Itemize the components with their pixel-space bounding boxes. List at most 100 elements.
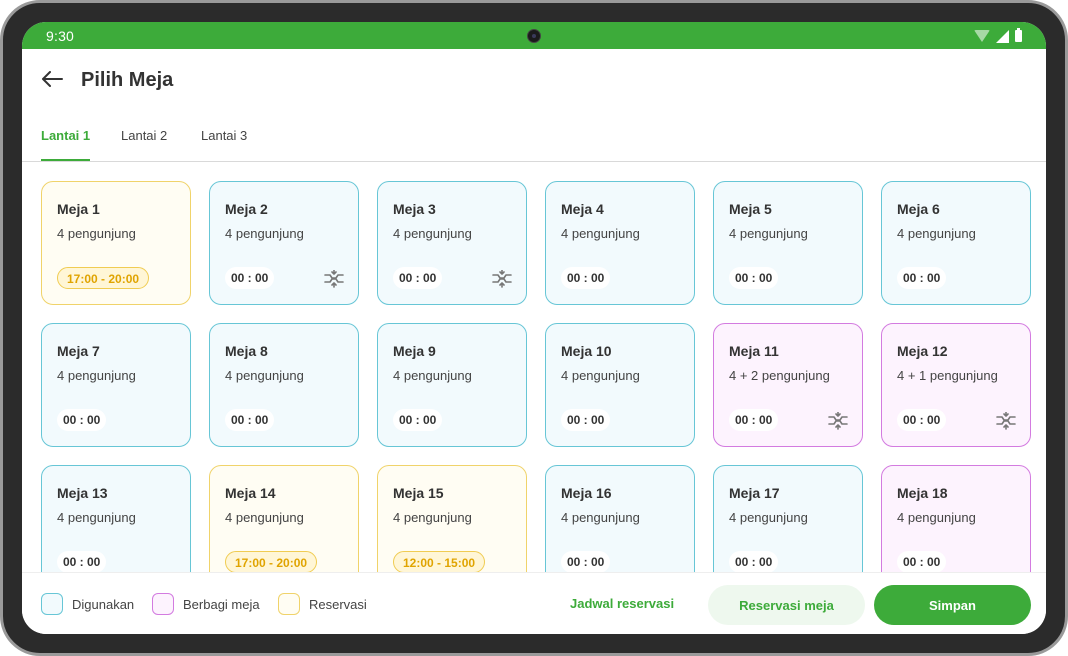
table-card[interactable]: Meja 15 4 pengunjung 12:00 - 15:00 [377,465,527,572]
table-name: Meja 11 [729,343,779,359]
page-title: Pilih Meja [81,69,174,91]
table-card[interactable]: Meja 17 4 pengunjung 00 : 00 [713,465,863,572]
signal-icon [996,29,1009,43]
table-guest-count: 4 + 2 pengunjung [729,368,830,383]
table-guest-count: 4 pengunjung [225,368,304,383]
table-card[interactable]: Meja 2 4 pengunjung 00 : 00 [209,181,359,305]
table-guest-count: 4 pengunjung [393,368,472,383]
floor-tabs: Lantai 1 Lantai 2 Lantai 3 [22,122,1046,162]
table-guest-count: 4 + 1 pengunjung [897,368,998,383]
table-name: Meja 4 [561,201,604,217]
status-bar: 9:30 [22,22,1046,49]
table-guest-count: 4 pengunjung [393,226,472,241]
table-guest-count: 4 pengunjung [897,226,976,241]
table-card[interactable]: Meja 9 4 pengunjung 00 : 00 [377,323,527,447]
table-name: Meja 9 [393,343,436,359]
table-card[interactable]: Meja 7 4 pengunjung 00 : 00 [41,323,191,447]
table-name: Meja 8 [225,343,268,359]
table-name: Meja 17 [729,485,780,501]
table-card[interactable]: Meja 18 4 pengunjung 00 : 00 [881,465,1031,572]
table-timer: 00 : 00 [729,409,779,431]
arrow-left-icon [42,71,63,87]
save-button[interactable]: Simpan [874,585,1031,625]
table-name: Meja 5 [729,201,772,217]
table-card[interactable]: Meja 5 4 pengunjung 00 : 00 [713,181,863,305]
merge-arrows-icon[interactable] [996,412,1016,430]
table-timer: 00 : 00 [57,409,107,431]
reserve-table-button[interactable]: Reservasi meja [708,585,865,625]
table-guest-count: 4 pengunjung [897,510,976,525]
table-timer: 00 : 00 [57,551,107,572]
table-timer: 00 : 00 [897,551,947,572]
table-card[interactable]: Meja 16 4 pengunjung 00 : 00 [545,465,695,572]
legend-label-reserved: Reservasi [309,597,367,612]
legend-label-used: Digunakan [72,597,135,612]
status-time: 9:30 [46,28,75,44]
table-timer: 00 : 00 [561,551,611,572]
table-name: Meja 7 [57,343,100,359]
table-guest-count: 4 pengunjung [729,510,808,525]
table-guest-count: 4 pengunjung [225,510,304,525]
table-name: Meja 13 [57,485,108,501]
battery-icon [1015,28,1022,42]
status-icons [974,28,1022,43]
table-timer: 00 : 00 [393,409,443,431]
table-name: Meja 18 [897,485,948,501]
back-button[interactable] [36,63,68,95]
table-guest-count: 4 pengunjung [561,226,640,241]
table-name: Meja 14 [225,485,276,501]
app-screen: 9:30 Pilih Meja Lantai 1 Lantai 2 Lantai… [22,22,1046,634]
table-card[interactable]: Meja 11 4 + 2 pengunjung 00 : 00 [713,323,863,447]
table-name: Meja 3 [393,201,436,217]
table-card[interactable]: Meja 10 4 pengunjung 00 : 00 [545,323,695,447]
merge-arrows-icon[interactable] [828,412,848,430]
reservation-time-badge: 17:00 - 20:00 [57,267,150,289]
tab-lantai-2[interactable]: Lantai 2 [121,128,167,160]
legend-swatch-shared [152,593,174,615]
table-name: Meja 16 [561,485,612,501]
table-name: Meja 1 [57,201,100,217]
table-timer: 00 : 00 [729,551,779,572]
table-guest-count: 4 pengunjung [729,226,808,241]
table-timer: 00 : 00 [897,409,947,431]
table-guest-count: 4 pengunjung [57,226,136,241]
table-timer: 00 : 00 [561,409,611,431]
tab-lantai-3[interactable]: Lantai 3 [201,128,247,160]
legend-swatch-used [41,593,63,615]
bottom-bar: Digunakan Berbagi meja Reservasi Jadwal … [22,572,1046,634]
merge-arrows-icon[interactable] [324,270,344,288]
table-guest-count: 4 pengunjung [393,510,472,525]
merge-arrows-icon[interactable] [492,270,512,288]
tablet-frame: 9:30 Pilih Meja Lantai 1 Lantai 2 Lantai… [0,0,1068,656]
reservation-time-badge: 17:00 - 20:00 [225,551,318,572]
table-name: Meja 12 [897,343,948,359]
table-timer: 00 : 00 [561,267,611,289]
table-guest-count: 4 pengunjung [57,368,136,383]
table-guest-count: 4 pengunjung [57,510,136,525]
table-timer: 00 : 00 [897,267,947,289]
app-bar: Pilih Meja [22,49,1046,111]
tab-lantai-1[interactable]: Lantai 1 [41,128,91,161]
table-timer: 00 : 00 [225,409,275,431]
table-card[interactable]: Meja 6 4 pengunjung 00 : 00 [881,181,1031,305]
table-guest-count: 4 pengunjung [225,226,304,241]
reservation-schedule-link[interactable]: Jadwal reservasi [570,596,674,611]
table-guest-count: 4 pengunjung [561,510,640,525]
legend-label-shared: Berbagi meja [183,597,260,612]
table-card[interactable]: Meja 14 4 pengunjung 17:00 - 20:00 [209,465,359,572]
reservation-time-badge: 12:00 - 15:00 [393,551,486,572]
table-card[interactable]: Meja 1 4 pengunjung 17:00 - 20:00 [41,181,191,305]
table-card[interactable]: Meja 3 4 pengunjung 00 : 00 [377,181,527,305]
table-card[interactable]: Meja 13 4 pengunjung 00 : 00 [41,465,191,572]
table-grid: Meja 1 4 pengunjung 17:00 - 20:00 Meja 2 4 p… [22,162,1046,572]
table-name: Meja 2 [225,201,268,217]
table-timer: 00 : 00 [225,267,275,289]
table-card[interactable]: Meja 12 4 + 1 pengunjung 00 : 00 [881,323,1031,447]
table-card[interactable]: Meja 4 4 pengunjung 00 : 00 [545,181,695,305]
camera-icon [527,29,541,43]
table-timer: 00 : 00 [729,267,779,289]
table-card[interactable]: Meja 8 4 pengunjung 00 : 00 [209,323,359,447]
table-guest-count: 4 pengunjung [561,368,640,383]
legend-swatch-reserved [278,593,300,615]
wifi-icon [974,30,990,42]
